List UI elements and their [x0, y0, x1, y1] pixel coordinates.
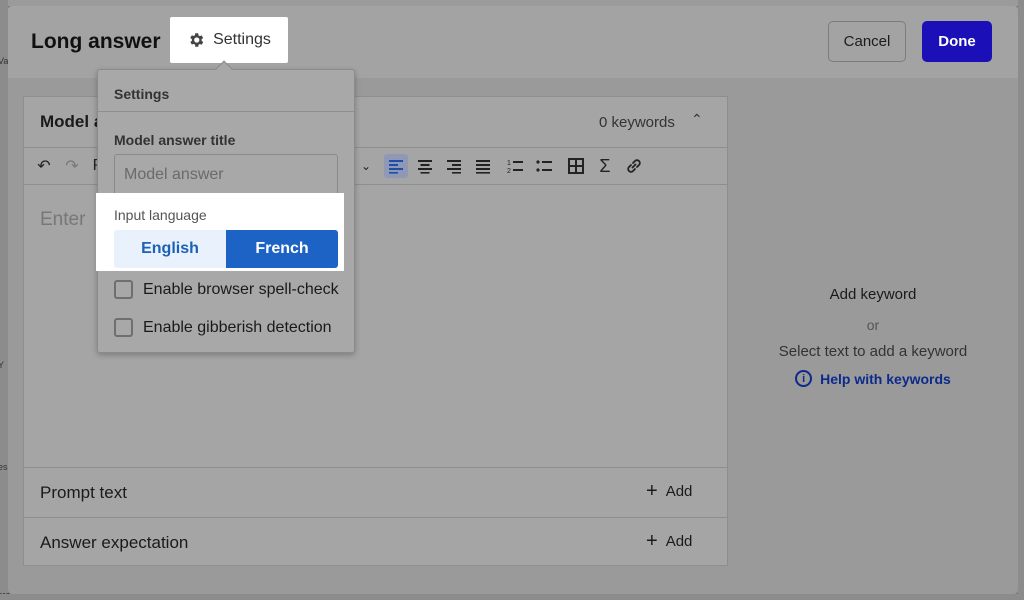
align-center-icon[interactable]: [413, 154, 437, 178]
language-french-button[interactable]: French: [226, 230, 338, 268]
settings-button-label: Settings: [213, 31, 271, 48]
select-text-hint: Select text to add a keyword: [778, 343, 968, 360]
modal-header: Long answer Settings Cancel Done: [8, 6, 1018, 78]
gibberish-checkbox[interactable]: [114, 318, 133, 337]
done-button[interactable]: Done: [922, 21, 992, 62]
language-english-button[interactable]: English: [114, 230, 226, 268]
gear-icon: [190, 33, 204, 47]
add-answer-expectation-button[interactable]: + Add: [646, 530, 693, 552]
spellcheck-checkbox[interactable]: [114, 280, 133, 299]
chevron-up-icon[interactable]: ⌃: [691, 111, 703, 128]
plus-icon: +: [646, 480, 658, 502]
table-icon[interactable]: [564, 154, 588, 178]
numbered-list-icon[interactable]: 12: [503, 154, 527, 178]
redo-icon[interactable]: ↷: [60, 154, 84, 178]
dropdown-heading: Settings: [114, 86, 170, 102]
chevron-down-icon[interactable]: ⌄: [354, 154, 378, 178]
panel-title: Model a: [40, 112, 104, 131]
input-language-label: Input language: [114, 207, 207, 223]
model-answer-title-input[interactable]: [114, 154, 338, 196]
align-justify-icon[interactable]: [471, 154, 495, 178]
add-prompt-text-button[interactable]: + Add: [646, 480, 693, 502]
background-bottom: [0, 594, 1024, 600]
svg-text:2: 2: [507, 168, 511, 175]
gibberish-option[interactable]: Enable gibberish detection: [114, 318, 332, 337]
background-right: [1018, 0, 1024, 600]
spellcheck-option[interactable]: Enable browser spell-check: [114, 280, 339, 299]
add-label: Add: [665, 482, 693, 500]
add-label: Add: [665, 532, 693, 550]
sigma-icon[interactable]: Σ: [593, 154, 617, 178]
align-right-icon[interactable]: [442, 154, 466, 178]
model-answer-title-label: Model answer title: [114, 132, 236, 148]
help-with-keywords-link[interactable]: i Help with keywords: [748, 370, 998, 387]
divider: [98, 111, 354, 112]
keyword-area: Add keyword or Select text to add a keyw…: [748, 286, 998, 387]
bullet-list-icon[interactable]: [532, 154, 556, 178]
keyword-count: 0 keywords: [599, 114, 675, 131]
align-left-icon[interactable]: [384, 154, 408, 178]
background-fragment: Y: [0, 360, 5, 370]
spellcheck-label: Enable browser spell-check: [143, 280, 339, 298]
background-left: Va Y es cratchpad: [0, 0, 38, 600]
svg-text:1: 1: [507, 160, 511, 167]
prompt-text-row: Prompt text + Add: [24, 467, 727, 517]
input-language-section: Input language English French: [96, 193, 344, 271]
undo-icon[interactable]: ↶: [32, 154, 56, 178]
editor-placeholder[interactable]: Enter: [40, 209, 85, 231]
background-fragment: es: [0, 462, 8, 472]
or-text: or: [866, 317, 880, 333]
link-icon[interactable]: [622, 154, 646, 178]
answer-expectation-label: Answer expectation: [40, 533, 189, 552]
modal-title: Long answer: [31, 30, 161, 53]
settings-button[interactable]: Settings: [170, 17, 288, 63]
gibberish-label: Enable gibberish detection: [143, 318, 332, 336]
cancel-button[interactable]: Cancel: [828, 21, 906, 62]
info-icon: i: [795, 370, 813, 387]
answer-expectation-row: Answer expectation + Add: [24, 517, 727, 567]
help-with-keywords-label: Help with keywords: [820, 370, 951, 387]
add-keyword-text: Add keyword: [829, 286, 917, 303]
prompt-text-label: Prompt text: [40, 483, 127, 502]
plus-icon: +: [646, 530, 658, 552]
